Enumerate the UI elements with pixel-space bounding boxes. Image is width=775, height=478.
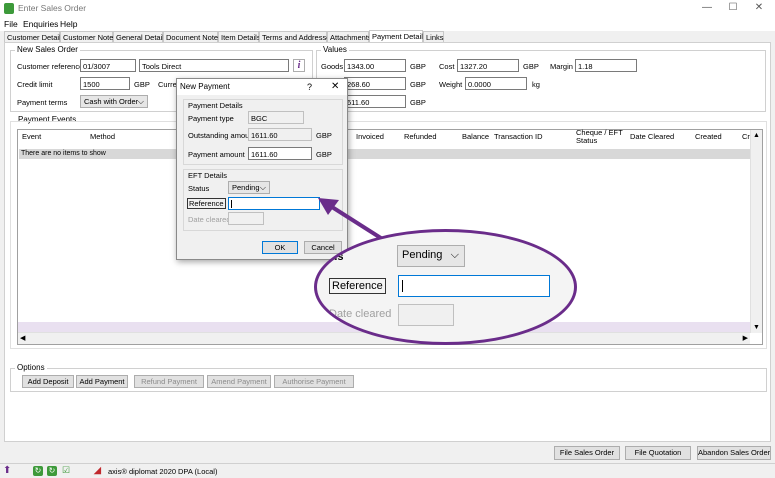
- zoom-status-select[interactable]: Pending ⌵: [397, 245, 465, 267]
- zoom-callout: tus Pending ⌵ Reference Date cleared: [314, 229, 577, 345]
- chevron-down-icon: ⌵: [450, 249, 459, 261]
- zoom-reference-input[interactable]: [398, 275, 550, 297]
- zoom-date-cleared-field: [398, 304, 454, 326]
- arrow-shaft: [330, 205, 386, 242]
- text-cursor: [402, 280, 403, 292]
- zoom-status-value: Pending: [402, 249, 443, 261]
- zoom-date-cleared-label: Date cleared: [329, 308, 392, 320]
- arrow-head: [318, 198, 339, 215]
- zoom-status-label: tus: [327, 251, 344, 263]
- zoom-reference-label: Reference: [329, 278, 386, 294]
